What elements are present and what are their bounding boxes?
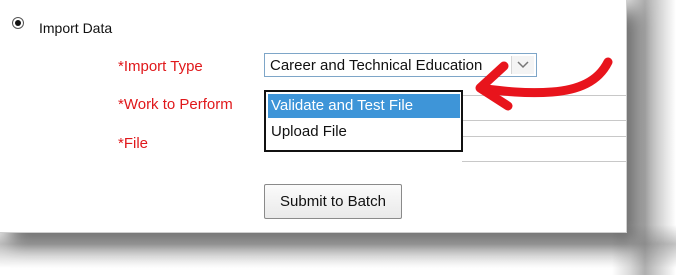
file-label: *File: [118, 135, 149, 152]
option-upload-file[interactable]: Upload File: [268, 120, 460, 144]
work-to-perform-dropdown[interactable]: Validate and Test File Upload File: [264, 90, 463, 152]
radio-selected-dot: [15, 20, 21, 26]
curved-arrow-annotation: [475, 57, 613, 111]
import-data-label: Import Data: [39, 20, 113, 36]
file-input-field[interactable]: [462, 136, 626, 162]
import-data-radio[interactable]: [12, 17, 24, 29]
import-type-value: Career and Technical Education: [270, 57, 483, 74]
submit-to-batch-button[interactable]: Submit to Batch: [264, 184, 402, 219]
work-to-perform-label: *Work to Perform: [118, 96, 233, 113]
import-type-label: *Import Type: [118, 58, 203, 75]
option-validate-and-test-file[interactable]: Validate and Test File: [268, 94, 460, 118]
